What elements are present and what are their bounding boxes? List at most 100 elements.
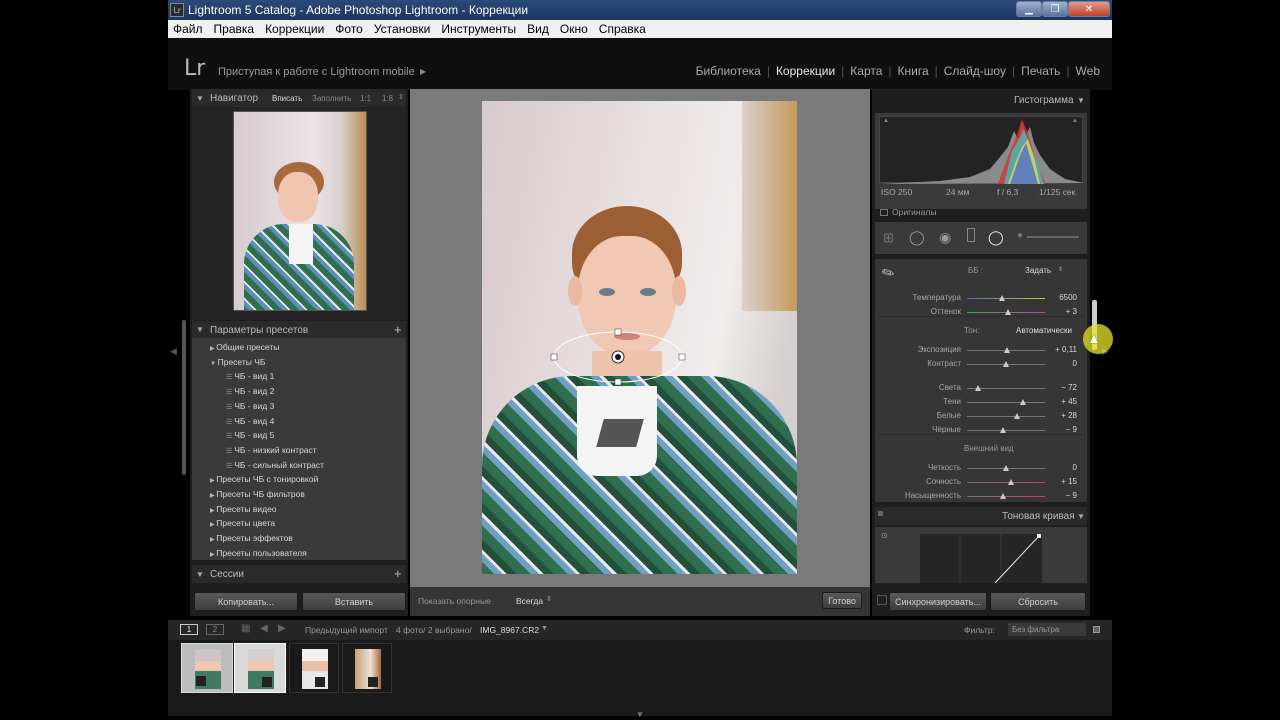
thumbnail-2[interactable] [234, 643, 286, 693]
presets-header[interactable]: ▼ Параметры пресетов + [192, 321, 406, 338]
highlight-clip-icon[interactable]: ▲ [1072, 118, 1078, 124]
module-book[interactable]: Книга [898, 64, 929, 78]
forward-arrow-icon[interactable]: ▶ [278, 623, 286, 634]
zoom-1-1[interactable]: 1:1 [360, 94, 371, 103]
red-eye-icon[interactable]: ◉ [939, 229, 951, 246]
left-scrollbar[interactable] [182, 320, 186, 475]
expanded-triangle-icon[interactable]: ▼ [210, 361, 218, 367]
navigator-header[interactable]: ▼ Навигатор Вписать Заполнить 1:1 1:8 ⇕ [192, 89, 406, 107]
zoom-menu-icon[interactable]: ⇕ [398, 93, 404, 101]
originals-checkbox[interactable] [880, 209, 888, 216]
module-library[interactable]: Библиотека [696, 64, 761, 78]
slider-value[interactable]: + 3 [1053, 307, 1077, 316]
menu-edit[interactable]: Правка [214, 22, 255, 36]
menu-develop[interactable]: Коррекции [265, 22, 324, 36]
main-photo[interactable] [482, 101, 797, 574]
module-develop[interactable]: Коррекции [776, 64, 835, 78]
collapse-triangle-icon[interactable]: ▼ [1077, 96, 1085, 105]
brush-icon[interactable]: ● [1017, 230, 1023, 241]
thumbnail-4[interactable] [342, 643, 392, 693]
collapse-triangle-icon[interactable]: ▼ [196, 570, 204, 579]
copy-button[interactable]: Копировать... [194, 592, 298, 611]
menu-photo[interactable]: Фото [335, 22, 363, 36]
preset-item[interactable]: ☰ ЧБ - вид 4 [226, 416, 274, 426]
slider-track[interactable] [967, 416, 1045, 417]
image-canvas[interactable] [410, 89, 870, 587]
add-preset-icon[interactable]: + [394, 322, 402, 337]
slider-track[interactable] [967, 430, 1045, 431]
sync-button[interactable]: Синхронизировать... [889, 592, 987, 611]
menu-view[interactable]: Вид [527, 22, 549, 36]
maximize-button[interactable]: ❐ [1042, 1, 1068, 17]
file-dropdown-icon[interactable]: ▼ [541, 625, 548, 632]
play-arrow-icon[interactable]: ▶ [420, 67, 426, 76]
slider-knob[interactable] [999, 493, 1006, 499]
slider-value[interactable]: 0 [1053, 463, 1077, 472]
preset-folder[interactable]: ▼ Пресеты ЧБ [210, 357, 265, 367]
slider-value[interactable]: − 9 [1053, 491, 1077, 500]
identity-plate[interactable]: Приступая к работе с Lightroom mobile [218, 66, 415, 78]
slider-knob[interactable] [999, 295, 1006, 301]
page-2-button[interactable]: 2 [206, 624, 224, 635]
crop-icon[interactable]: ⊞ [883, 230, 894, 246]
close-button[interactable]: ✕ [1068, 1, 1110, 17]
preset-folder[interactable]: ▶ Пресеты видео [210, 504, 277, 514]
slider-track[interactable] [967, 402, 1045, 403]
preset-folder[interactable]: ▶ Пресеты пользователя [210, 548, 307, 558]
preset-folder[interactable]: ▶ Общие пресеты [210, 342, 279, 352]
slider-knob[interactable] [1003, 347, 1010, 353]
slider-knob[interactable] [1020, 399, 1027, 405]
add-session-icon[interactable]: + [394, 566, 402, 581]
slider-value[interactable]: 6500 [1053, 293, 1077, 302]
slider-knob[interactable] [974, 385, 981, 391]
navigator-thumbnail[interactable] [233, 111, 367, 311]
slider-value[interactable]: − 72 [1053, 383, 1077, 392]
slider-knob[interactable] [1008, 479, 1015, 485]
sessions-header[interactable]: ▼ Сессии + [192, 565, 406, 583]
done-button[interactable]: Готово [822, 592, 862, 609]
back-arrow-icon[interactable]: ◀ [260, 623, 268, 634]
tone-curve-graph[interactable] [920, 534, 1042, 583]
preset-item[interactable]: ☰ ЧБ - низкий контраст [226, 445, 317, 455]
menu-window[interactable]: Окно [560, 22, 588, 36]
menu-help[interactable]: Справка [599, 22, 646, 36]
slider-track[interactable] [967, 482, 1045, 483]
slider-knob[interactable] [1013, 413, 1020, 419]
zoom-fit[interactable]: Вписать [272, 94, 302, 103]
graduated-filter-icon[interactable] [967, 228, 975, 242]
collapse-triangle-icon[interactable]: ▼ [196, 94, 204, 103]
dropdown-icon[interactable]: ⇕ [546, 595, 552, 603]
preset-item[interactable]: ☰ ЧБ - вид 1 [226, 371, 274, 381]
slider-value[interactable]: − 9 [1053, 425, 1077, 434]
radial-filter-icon[interactable]: ◯ [988, 229, 1004, 246]
filter-lock-icon[interactable] [1093, 626, 1100, 633]
menu-file[interactable]: Файл [173, 22, 203, 36]
slider-value[interactable]: 0 [1053, 359, 1077, 368]
preset-item[interactable]: ☰ ЧБ - вид 3 [226, 401, 274, 411]
spot-removal-icon[interactable]: ◯ [909, 229, 925, 246]
grid-icon[interactable]: ▦ [241, 623, 250, 634]
preset-folder[interactable]: ▶ Пресеты эффектов [210, 533, 293, 543]
histogram[interactable]: ▲ ▲ ISO 250 24 мм f / 6,3 1/125 сек [875, 113, 1087, 209]
filename-label[interactable]: IMG_8967.CR2 [480, 625, 539, 635]
radial-filter-overlay[interactable] [482, 101, 797, 574]
preset-item[interactable]: ☰ ЧБ - вид 2 [226, 386, 274, 396]
slider-value[interactable]: + 45 [1053, 397, 1077, 406]
tone-curve[interactable]: ⊙ [875, 527, 1087, 583]
thumbnail-1[interactable] [181, 643, 233, 693]
sync-toggle[interactable] [877, 595, 887, 605]
module-slideshow[interactable]: Слайд-шоу [944, 64, 1006, 78]
tone-curve-header[interactable]: Тоновая кривая ▼ [875, 507, 1087, 525]
slider-track[interactable] [967, 298, 1045, 299]
collapse-triangle-icon[interactable]: ▼ [196, 325, 204, 334]
reset-button[interactable]: Сбросить [990, 592, 1086, 611]
preset-item[interactable]: ☰ ЧБ - сильный контраст [226, 460, 324, 470]
panel-switch-icon[interactable] [878, 511, 883, 516]
preset-item[interactable]: ☰ ЧБ - вид 5 [226, 430, 274, 440]
module-map[interactable]: Карта [850, 64, 882, 78]
collapse-bottom-icon[interactable]: ▼ [636, 710, 644, 719]
navigator-preview[interactable] [192, 107, 406, 320]
slider-knob[interactable] [1003, 361, 1009, 367]
module-print[interactable]: Печать [1021, 64, 1060, 78]
show-pins-select[interactable]: Всегда [516, 596, 543, 606]
